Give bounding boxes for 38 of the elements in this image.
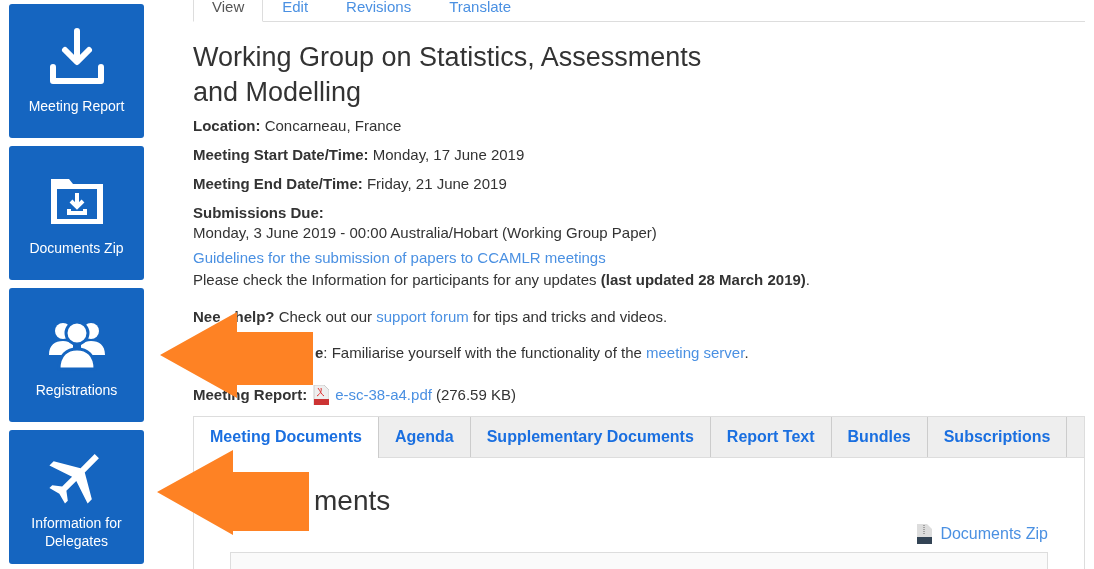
text-link[interactable]: support forum — [376, 308, 469, 325]
document-tab[interactable]: Agenda — [379, 417, 471, 457]
field-value: Friday, 21 June 2019 — [365, 175, 507, 192]
guidelines-link[interactable]: Guidelines for the submission of papers to CCAMLR meetings — [193, 249, 606, 266]
document-tab[interactable]: Supplementary Documents — [470, 417, 711, 457]
update-note: Please check the Information for participants for any updates (last updated 28 March 2019). — [193, 270, 811, 290]
file-size: (276.59 KB) — [435, 385, 516, 405]
help-text: Check out our — [277, 308, 374, 325]
sidebar-tile[interactable]: Documents Zip — [9, 146, 144, 280]
field-value: Monday, 3 June 2019 - 00:00 Australia/Hobart (Working Group Paper) — [193, 223, 658, 243]
help-text: for tips and tricks and videos. — [471, 308, 668, 325]
page-tab[interactable]: Edit — [263, 0, 328, 21]
help-text: : Familiarise yourself with the functionality of the — [323, 344, 643, 361]
document-tab[interactable]: Meeting Documents — [194, 417, 379, 458]
pdf-file-icon — [313, 385, 330, 405]
sidebar-tile[interactable]: Registrations — [9, 288, 144, 422]
field-label: Meeting End Date/Time: — [193, 175, 363, 192]
page-tab[interactable]: View — [193, 0, 264, 22]
page-title: Working Group on Statistics, Assessments and Modelling — [193, 41, 703, 109]
field-label: Location: — [193, 117, 261, 134]
page-tab[interactable]: Revisions — [327, 0, 431, 21]
help-text: . — [744, 344, 749, 361]
field-value: Concarneau, France — [263, 117, 402, 134]
zip-link[interactable]: Documents Zip — [940, 522, 1048, 546]
document-tab[interactable]: Report Text — [710, 417, 832, 457]
field-label: Meeting Start Date/Time: — [193, 146, 369, 163]
section-heading: ments — [314, 484, 391, 518]
text-link[interactable]: meeting server — [646, 344, 745, 361]
field-label: Nee — [193, 308, 221, 325]
sidebar-tile[interactable]: Information for Delegates — [9, 430, 144, 564]
field-label: Submissions Due: — [193, 203, 325, 223]
page-tab[interactable]: Translate — [430, 0, 531, 21]
field-value: Monday, 17 June 2019 — [371, 146, 525, 163]
document-tab[interactable]: Bundles — [831, 417, 928, 457]
document-tab[interactable]: Subscriptions — [927, 417, 1068, 457]
file-link[interactable]: e-sc-38-a4.pdf — [335, 385, 432, 405]
sidebar-tile[interactable]: Meeting Report — [9, 4, 144, 138]
zip-file-icon — [916, 524, 933, 544]
